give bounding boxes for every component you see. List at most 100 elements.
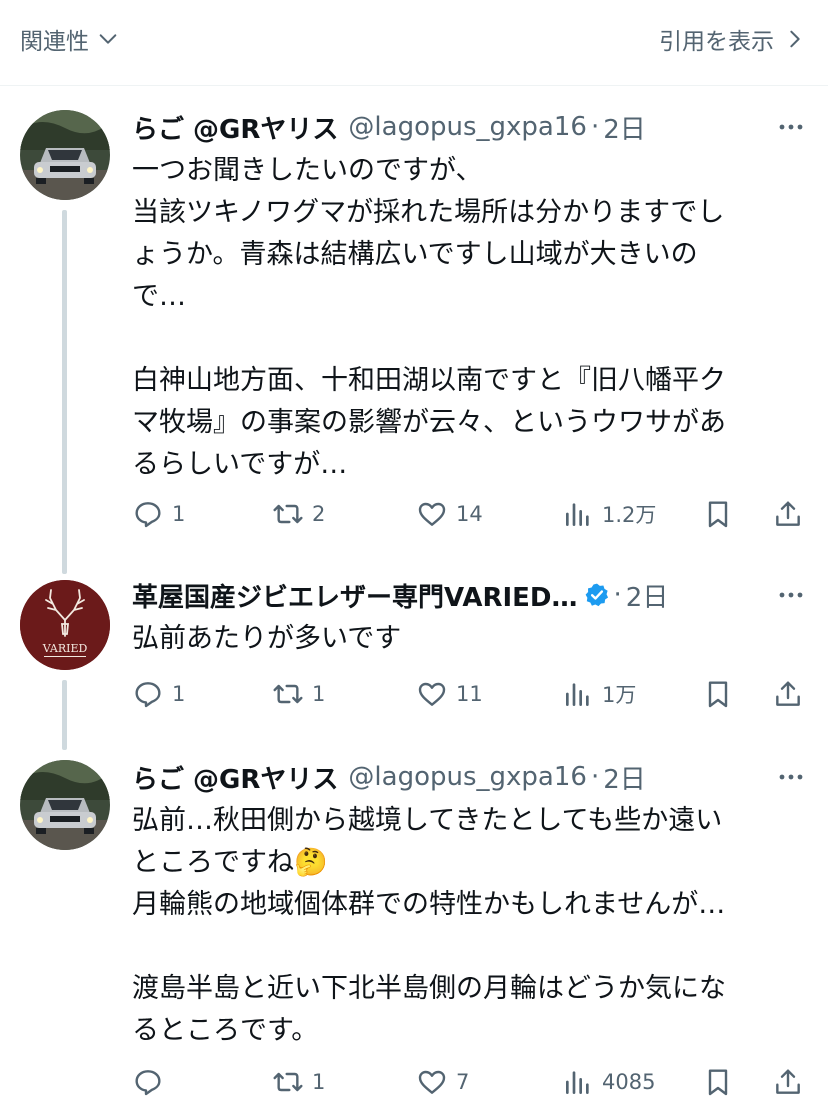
user-handle[interactable]: @lagopus_gxpa16 <box>348 762 587 792</box>
text-line: 白神山地方面、十和田湖以南ですと『旧八幡平ク <box>132 365 726 396</box>
retweet-icon <box>273 1072 303 1092</box>
view-quotes-label: 引用を表示 <box>659 29 774 55</box>
text-line: ょうか。青森は結構広いですし山域が大きいの <box>132 239 698 270</box>
tweet[interactable]: らご @GRヤリス @lagopus_gxpa16 · 2日 弘前…秋田側から越… <box>0 760 828 1110</box>
user-handle[interactable]: @lagopus_gxpa16 <box>348 112 587 142</box>
retweet-icon <box>273 684 303 704</box>
more-icon <box>779 592 803 598</box>
bookmark-button[interactable] <box>702 674 734 714</box>
retweet-count: 2 <box>312 502 326 526</box>
avatar[interactable] <box>20 760 110 850</box>
tweet[interactable]: VARIED 革屋国産ジビエレザー専門VARIED… · 2日 弘前あたりが多い… <box>0 550 828 750</box>
tweet-actions: 1 2 14 1.2万 <box>132 494 812 534</box>
avatar[interactable] <box>20 110 110 200</box>
reply-count: 1 <box>172 682 186 706</box>
views-icon <box>566 683 589 706</box>
views-icon <box>566 503 589 526</box>
timestamp[interactable]: 2日 <box>626 577 669 614</box>
avatar[interactable]: VARIED <box>20 580 110 670</box>
varied-logo-text: VARIED <box>42 642 88 655</box>
retweet-icon <box>273 504 303 524</box>
bookmark-button[interactable] <box>702 494 734 534</box>
reply-button[interactable]: 1 <box>132 494 185 534</box>
share-button[interactable] <box>772 494 804 534</box>
thread-line <box>62 680 67 750</box>
deer-logo-avatar: VARIED <box>20 580 110 670</box>
like-icon <box>418 1070 446 1094</box>
more-button[interactable] <box>778 578 804 612</box>
separator-dot: · <box>590 112 600 142</box>
more-button[interactable] <box>778 760 804 794</box>
text-line: るらしいですが… <box>132 449 348 480</box>
chevron-right-icon <box>790 30 800 48</box>
car-avatar-image <box>20 110 110 200</box>
chevron-down-icon <box>99 34 117 44</box>
reply-button[interactable]: 1 <box>132 674 185 714</box>
like-button[interactable]: 7 <box>416 1062 469 1102</box>
reply-icon <box>135 502 161 528</box>
like-icon <box>418 682 446 706</box>
share-icon <box>776 681 800 706</box>
views-button[interactable]: 1.2万 <box>562 494 656 534</box>
tweet-text: 弘前あたりが多いです <box>132 618 802 660</box>
retweet-button[interactable]: 2 <box>272 494 325 534</box>
bookmark-icon <box>708 1069 728 1096</box>
text-line: 月輪熊の地域個体群での特性かもしれませんが… <box>132 889 726 920</box>
tweet-text: 弘前…秋田側から越境してきたとしても些か遠い ところですね🤔 月輪熊の地域個体群… <box>132 800 802 1052</box>
display-name[interactable]: らご @GRヤリス <box>132 759 338 796</box>
like-button[interactable]: 14 <box>416 494 483 534</box>
sort-button[interactable]: 関連性 <box>20 22 119 56</box>
more-icon <box>779 124 803 130</box>
text-line: 一つお聞きしたいのですが、 <box>132 155 483 186</box>
separator-dot: · <box>613 580 622 610</box>
retweet-count: 1 <box>312 1070 326 1094</box>
bookmark-button[interactable] <box>702 1062 734 1102</box>
thread-line <box>62 550 67 574</box>
reply-icon <box>135 1070 161 1096</box>
share-icon <box>776 501 800 526</box>
car-avatar-image <box>20 760 110 850</box>
like-count: 11 <box>456 682 483 706</box>
text-line: ところですね🤔 <box>132 847 328 878</box>
share-icon <box>776 1069 800 1094</box>
thread-line <box>62 210 67 560</box>
reply-button[interactable] <box>132 1062 172 1102</box>
text-line: 弘前あたりが多いです <box>132 623 402 654</box>
like-icon <box>418 502 446 526</box>
view-quotes-link[interactable]: 引用を表示 <box>659 22 806 56</box>
text-line <box>132 318 802 360</box>
more-button[interactable] <box>778 110 804 144</box>
timestamp[interactable]: 2日 <box>603 759 646 796</box>
tweet-header: 革屋国産ジビエレザー専門VARIED… · 2日 <box>132 577 669 614</box>
display-name[interactable]: らご @GRヤリス <box>132 109 338 146</box>
tweet-header: らご @GRヤリス @lagopus_gxpa16 · 2日 <box>132 109 646 146</box>
verified-icon <box>585 583 608 607</box>
tweet-actions: 1 7 4085 <box>132 1062 812 1102</box>
views-button[interactable]: 4085 <box>562 1062 655 1102</box>
views-icon <box>566 1071 589 1094</box>
view-count: 1.2万 <box>602 503 657 527</box>
text-line: 渡島半島と近い下北半島側の月輪はどうか気にな <box>132 973 726 1004</box>
retweet-button[interactable]: 1 <box>272 674 325 714</box>
separator-dot: · <box>590 762 600 792</box>
sort-label: 関連性 <box>20 29 89 55</box>
reply-icon <box>135 682 161 708</box>
views-button[interactable]: 1万 <box>562 674 636 714</box>
bookmark-icon <box>708 501 728 528</box>
tweet-text: 一つお聞きしたいのですが、 当該ツキノワグマが採れた場所は分かりますでし ょうか… <box>132 150 802 486</box>
like-button[interactable]: 11 <box>416 674 483 714</box>
text-line: マ牧場』の事案の影響が云々、というウワサがあ <box>132 407 726 438</box>
like-count: 7 <box>456 1070 470 1094</box>
retweet-button[interactable]: 1 <box>272 1062 325 1102</box>
display-name[interactable]: 革屋国産ジビエレザー専門VARIED… <box>132 577 578 614</box>
view-count: 1万 <box>602 683 637 707</box>
timestamp[interactable]: 2日 <box>603 109 646 146</box>
text-line: 弘前…秋田側から越境してきたとしても些か遠い <box>132 805 723 836</box>
text-line <box>132 926 802 968</box>
bookmark-icon <box>708 681 728 708</box>
reply-count: 1 <box>172 502 186 526</box>
share-button[interactable] <box>772 1062 804 1102</box>
tweet[interactable]: らご @GRヤリス @lagopus_gxpa16 · 2日 一つお聞きしたいの… <box>0 109 828 560</box>
like-count: 14 <box>456 502 483 526</box>
share-button[interactable] <box>772 674 804 714</box>
